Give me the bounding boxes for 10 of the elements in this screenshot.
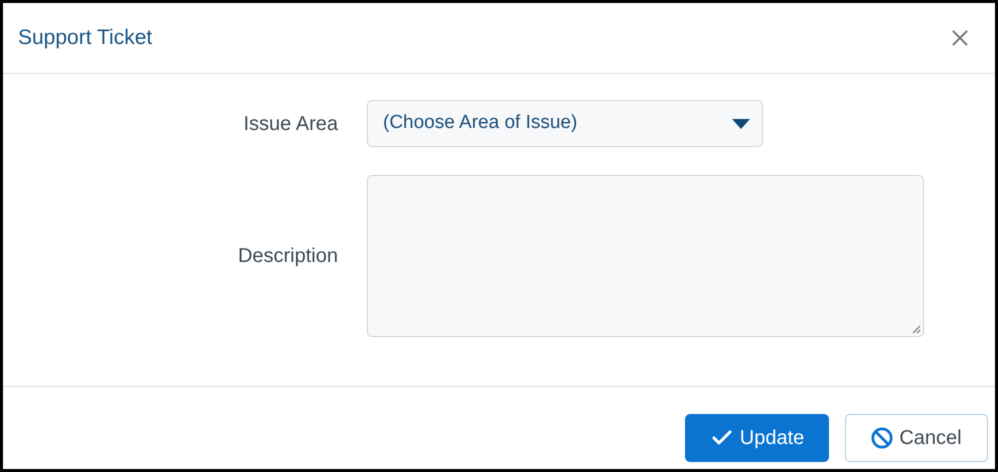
field-label: Issue Area: [243, 112, 338, 136]
cancel-button[interactable]: Cancel: [845, 414, 988, 462]
field-label: Description: [238, 244, 338, 269]
caret-icon: [732, 118, 750, 128]
dialog-title: Support Ticket: [18, 25, 152, 52]
update-button[interactable]: Update: [685, 414, 829, 462]
description-field[interactable]: [367, 175, 924, 337]
resize-handle-icon: [911, 324, 921, 334]
ban-icon: [871, 427, 894, 449]
issue-area-select[interactable]: (Choose Area of Issue): [367, 100, 763, 147]
